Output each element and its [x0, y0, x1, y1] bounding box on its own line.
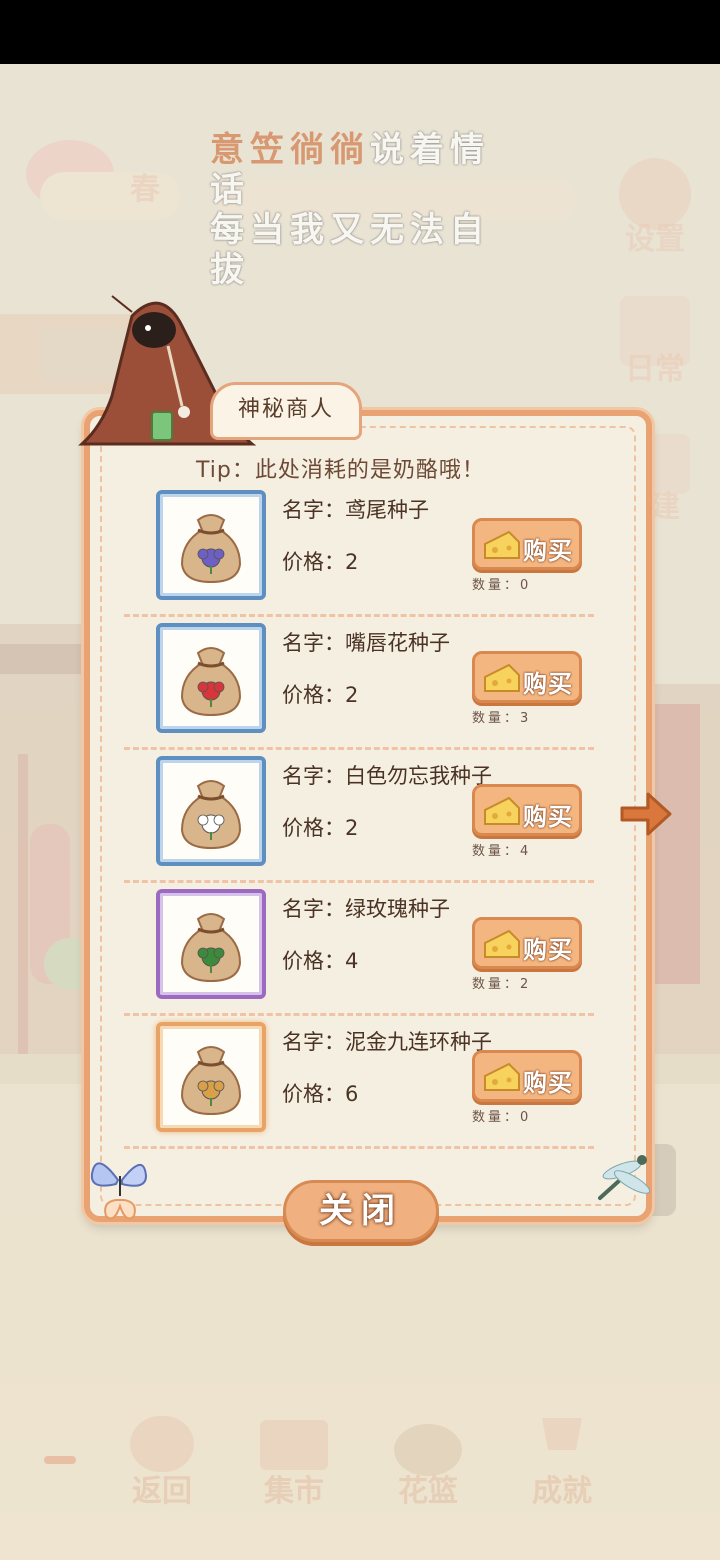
- item-price: 价格：2: [282, 550, 359, 574]
- item-price: 价格：6: [282, 1082, 359, 1106]
- item-price: 价格：4: [282, 949, 359, 973]
- shop-item: 名字：嘴唇花种子 价格：2 购买数量：3: [124, 623, 594, 755]
- owned-quantity: 数量：0: [472, 578, 532, 593]
- buy-button[interactable]: 购买: [472, 917, 582, 969]
- row-divider: [124, 1013, 594, 1016]
- seed-bag-icon: [180, 647, 242, 717]
- status-bar: [0, 0, 720, 64]
- seed-bag-icon: [180, 913, 242, 983]
- seed-bag-icon: [180, 1046, 242, 1116]
- nav-basket[interactable]: 花篮: [378, 1410, 478, 1510]
- buy-button-label: 购买: [523, 1069, 573, 1097]
- dragonfly-icon: [598, 1155, 651, 1200]
- owned-quantity: 数量：2: [472, 977, 532, 992]
- buy-button[interactable]: 购买: [472, 518, 582, 570]
- nav-achievement[interactable]: 成就: [512, 1410, 612, 1510]
- seed-item-frame: [156, 1022, 266, 1132]
- owned-quantity: 数量：3: [472, 711, 532, 726]
- shop-item: 名字：鸢尾种子 价格：2 购买数量：0: [124, 490, 594, 622]
- close-button[interactable]: 关闭: [283, 1180, 439, 1242]
- seed-bag-icon: [180, 780, 242, 850]
- buy-button-label: 购买: [523, 670, 573, 698]
- row-divider: [124, 1146, 594, 1149]
- item-name: 名字：白色勿忘我种子: [282, 764, 492, 788]
- buy-button[interactable]: 购买: [472, 1050, 582, 1102]
- cheese-icon: [484, 1062, 520, 1091]
- seed-item-frame: [156, 756, 266, 866]
- item-name: 名字：嘴唇花种子: [282, 631, 450, 655]
- shop-item: 名字：白色勿忘我种子 价格：2 购买数量：4: [124, 756, 594, 888]
- close-button-label: 关闭: [319, 1191, 403, 1231]
- item-price: 价格：2: [282, 816, 359, 840]
- buy-button-label: 购买: [523, 537, 573, 565]
- row-divider: [124, 614, 594, 617]
- butterfly-icon: [90, 1162, 148, 1220]
- cheese-icon: [484, 929, 520, 958]
- shop-item: 名字：绿玫瑰种子 价格：4 购买数量：2: [124, 889, 594, 1021]
- cheese-icon: [484, 530, 520, 559]
- buy-button-label: 购买: [523, 936, 573, 964]
- nav-market[interactable]: 集市: [244, 1410, 344, 1510]
- cheese-icon: [484, 663, 520, 692]
- cheese-icon: [484, 796, 520, 825]
- seed-item-frame: [156, 490, 266, 600]
- buy-button-label: 购买: [523, 803, 573, 831]
- dialog-tip: Tip：此处消耗的是奶酪哦！: [196, 458, 485, 483]
- dialog-title: 神秘商人: [210, 382, 362, 440]
- item-name: 名字：鸢尾种子: [282, 498, 429, 522]
- buy-button[interactable]: 购买: [472, 651, 582, 703]
- next-page-arrow-icon[interactable]: [618, 786, 674, 842]
- owned-quantity: 数量：4: [472, 844, 532, 859]
- owned-quantity: 数量：0: [472, 1110, 532, 1125]
- item-name: 名字：绿玫瑰种子: [282, 897, 450, 921]
- row-divider: [124, 747, 594, 750]
- buy-button[interactable]: 购买: [472, 784, 582, 836]
- nav-market-label: 集市: [264, 1474, 324, 1509]
- seed-bag-icon: [180, 514, 242, 584]
- shop-item: 名字：泥金九连环种子 价格：6 购买数量：0: [124, 1022, 594, 1154]
- bottom-nav: 返回 集市 花篮 成就: [0, 1410, 720, 1520]
- seed-item-frame: [156, 889, 266, 999]
- nav-basket-label: 花篮: [398, 1474, 458, 1509]
- nav-back-label: 返回: [132, 1474, 192, 1509]
- nav-achievement-label: 成就: [532, 1474, 592, 1509]
- seed-item-frame: [156, 623, 266, 733]
- nav-back[interactable]: 返回: [112, 1410, 212, 1510]
- item-price: 价格：2: [282, 683, 359, 707]
- item-name: 名字：泥金九连环种子: [282, 1030, 492, 1054]
- row-divider: [124, 880, 594, 883]
